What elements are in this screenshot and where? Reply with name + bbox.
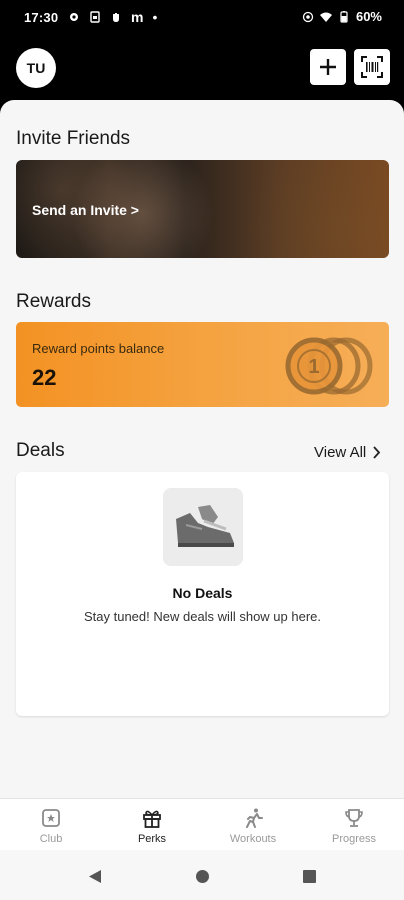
nav-workouts-label: Workouts xyxy=(229,833,277,845)
gift-icon xyxy=(143,810,161,828)
barcode-scan-icon xyxy=(361,56,383,78)
avatar[interactable]: TU xyxy=(16,48,56,88)
nav-club-label: Club xyxy=(39,833,63,845)
reward-balance-label: Reward points balance xyxy=(32,341,165,356)
settings-icon xyxy=(70,13,78,21)
view-all-deals-link[interactable]: View All xyxy=(314,444,381,461)
add-button[interactable] xyxy=(310,49,346,85)
status-bar: 17:30 m • 60% xyxy=(0,0,404,34)
app-header: TU xyxy=(0,34,404,102)
coins-icon: 1 xyxy=(285,337,373,395)
trophy-icon xyxy=(345,809,363,827)
sneaker-icon xyxy=(176,505,234,547)
invite-friends-title: Invite Friends xyxy=(16,128,131,149)
recent-apps-icon[interactable] xyxy=(303,870,316,883)
reward-points-card[interactable]: Reward points balance 22 1 xyxy=(16,322,389,407)
nav-perks[interactable]: Perks xyxy=(107,807,197,845)
barcode-scan-button[interactable] xyxy=(354,49,390,85)
battery-percent: 60% xyxy=(355,9,382,24)
plus-icon xyxy=(320,59,336,75)
reward-balance-value: 22 xyxy=(32,365,57,390)
hand-icon xyxy=(113,13,119,22)
shoe-image xyxy=(163,488,243,566)
nav-workouts[interactable]: Workouts xyxy=(208,807,298,845)
home-icon[interactable] xyxy=(196,870,209,883)
wifi-icon xyxy=(319,12,332,22)
nav-club[interactable]: Club xyxy=(6,807,96,845)
dot-icon: • xyxy=(152,9,158,25)
notification-icons: m • xyxy=(68,9,157,25)
system-navigation-bar xyxy=(0,850,404,900)
coin-number: 1 xyxy=(308,356,319,378)
back-icon[interactable] xyxy=(88,869,102,884)
nav-progress-label: Progress xyxy=(331,833,377,845)
chevron-right-icon xyxy=(373,446,381,459)
bottom-navigation: Club Perks Workouts Progress xyxy=(0,798,404,850)
no-deals-subtitle: Stay tuned! New deals will show up here. xyxy=(83,609,321,624)
system-icons: 60% xyxy=(302,9,382,24)
nav-progress[interactable]: Progress xyxy=(309,807,399,845)
rewards-title: Rewards xyxy=(16,291,91,312)
sim-icon xyxy=(90,11,100,23)
running-icon xyxy=(246,808,263,828)
send-invite-link[interactable]: Send an Invite > xyxy=(32,202,139,218)
avatar-initials: TU xyxy=(26,60,46,76)
no-deals-title: No Deals xyxy=(172,585,233,601)
view-all-label: View All xyxy=(314,444,367,461)
deals-empty-card: No Deals Stay tuned! New deals will show… xyxy=(16,472,389,716)
vibrate-icon xyxy=(302,11,314,22)
deals-title: Deals xyxy=(16,440,65,461)
club-icon xyxy=(42,809,60,827)
perks-content: Invite Friends Send an Invite > Rewards … xyxy=(0,100,404,798)
battery-icon xyxy=(340,10,348,23)
nav-perks-label: Perks xyxy=(137,833,167,845)
m-icon: m xyxy=(131,9,144,25)
status-time: 17:30 xyxy=(24,10,59,25)
invite-banner[interactable]: Send an Invite > xyxy=(16,160,389,258)
